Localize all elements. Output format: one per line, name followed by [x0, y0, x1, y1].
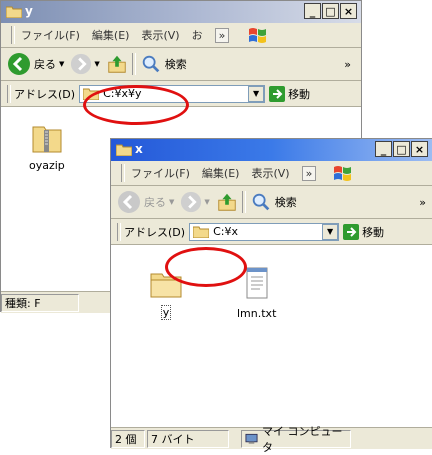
back-label: 戻る: [144, 196, 166, 209]
computer-icon: [245, 433, 258, 444]
windows-logo-icon: [334, 166, 352, 181]
menu-file[interactable]: ファイル(F): [21, 27, 80, 43]
addressbar-y: アドレス(D) C:¥x¥y ▼ 移動: [1, 81, 361, 107]
address-dropdown-button[interactable]: ▼: [248, 85, 265, 102]
menu-edit[interactable]: 編集(E): [92, 27, 130, 43]
status-location-label: マイ コンピュータ: [262, 424, 343, 454]
window-title: y: [25, 4, 33, 18]
go-arrow-icon: [343, 223, 360, 240]
address-separator: [117, 222, 121, 241]
folder-icon: [150, 273, 182, 298]
window-title: x: [135, 142, 143, 156]
forward-dropdown-icon[interactable]: ▼: [204, 198, 209, 206]
minimize-button[interactable]: _: [375, 141, 392, 157]
address-input[interactable]: C:¥x¥y ▼: [79, 84, 266, 103]
file-name: y: [160, 305, 172, 320]
search-button[interactable]: 検索: [140, 53, 187, 75]
back-arrow-icon: [118, 191, 140, 213]
menubar-x: ファイル(F) 編集(E) 表示(V) »: [111, 161, 432, 186]
go-button[interactable]: 移動: [343, 223, 385, 240]
back-dropdown-icon[interactable]: ▼: [169, 198, 174, 206]
back-button[interactable]: 戻る ▼: [7, 52, 64, 76]
maximize-button[interactable]: □: [393, 141, 410, 157]
close-button[interactable]: ×: [340, 3, 357, 19]
forward-arrow-icon[interactable]: [70, 53, 92, 75]
zip-folder-icon: [32, 126, 62, 153]
menu-view[interactable]: 表示(V): [251, 165, 289, 181]
up-folder-icon[interactable]: [216, 191, 238, 213]
toolbar-more-button[interactable]: »: [419, 196, 426, 209]
file-name: lmn.txt: [237, 307, 277, 320]
menu-edit[interactable]: 編集(E): [202, 165, 240, 181]
go-label: 移動: [362, 225, 385, 239]
toolbar-y: 戻る ▼ ▼ 検索 »: [1, 48, 361, 81]
search-button[interactable]: 検索: [250, 191, 297, 213]
menu-more-button[interactable]: »: [301, 165, 317, 181]
up-folder-icon[interactable]: [106, 53, 128, 75]
menu-separator: [11, 26, 15, 44]
status-type: 種類: F: [1, 293, 79, 312]
menu-separator: [121, 164, 125, 182]
menu-file[interactable]: ファイル(F): [131, 165, 190, 181]
address-value: C:¥x: [213, 225, 238, 238]
file-item[interactable]: oyazip: [29, 121, 65, 172]
menubar-y: ファイル(F) 編集(E) 表示(V) お »: [1, 23, 361, 48]
file-name: oyazip: [29, 159, 65, 172]
close-button[interactable]: ×: [411, 141, 428, 157]
back-button[interactable]: 戻る ▼: [117, 190, 174, 214]
address-label: アドレス(D): [14, 87, 76, 101]
go-label: 移動: [288, 87, 311, 101]
folder-icon: [193, 226, 210, 238]
go-button[interactable]: 移動: [269, 85, 311, 102]
titlebar-x[interactable]: x _ □ ×: [111, 139, 432, 161]
back-dropdown-icon[interactable]: ▼: [59, 60, 64, 68]
search-label: 検索: [274, 196, 297, 209]
address-dropdown-button[interactable]: ▼: [322, 223, 339, 240]
search-icon: [142, 55, 160, 73]
toolbar-separator: [241, 191, 246, 213]
back-label: 戻る: [34, 58, 56, 71]
address-value: C:¥x¥y: [103, 87, 142, 100]
status-location: マイ コンピュータ: [241, 425, 351, 454]
go-arrow-icon: [269, 85, 286, 102]
window-x: x _ □ × ファイル(F) 編集(E) 表示(V) » 戻る ▼ ▼ 検索 …: [110, 138, 432, 454]
status-size: 7 バイト: [147, 429, 229, 448]
text-file-icon: [246, 267, 268, 299]
address-label: アドレス(D): [124, 225, 186, 239]
statusbar-x: 2 個 7 バイト マイ コンピュータ: [111, 425, 432, 454]
toolbar-more-button[interactable]: »: [344, 58, 351, 71]
address-input[interactable]: C:¥x ▼: [189, 222, 340, 241]
status-count: 2 個: [111, 429, 145, 448]
address-separator: [7, 84, 11, 103]
toolbar-x: 戻る ▼ ▼ 検索 »: [111, 186, 432, 219]
maximize-button[interactable]: □: [322, 3, 339, 19]
back-arrow-icon: [8, 53, 30, 75]
file-item[interactable]: y: [149, 269, 183, 320]
menu-view[interactable]: 表示(V): [141, 27, 179, 43]
menu-favorites[interactable]: お: [192, 27, 203, 43]
file-list-x: y lmn.txt: [111, 245, 432, 427]
titlebar-y[interactable]: y _ □ ×: [1, 1, 361, 23]
folder-icon: [83, 88, 100, 100]
search-icon: [252, 193, 270, 211]
minimize-button[interactable]: _: [304, 3, 321, 19]
forward-arrow-icon[interactable]: [180, 191, 202, 213]
toolbar-separator: [131, 53, 136, 75]
windows-logo-icon: [249, 28, 267, 43]
addressbar-x: アドレス(D) C:¥x ▼ 移動: [111, 219, 432, 245]
file-item[interactable]: lmn.txt: [237, 267, 276, 320]
folder-icon: [6, 6, 22, 18]
menu-more-button[interactable]: »: [214, 27, 230, 43]
forward-dropdown-icon[interactable]: ▼: [94, 60, 99, 68]
folder-icon: [116, 144, 132, 156]
search-label: 検索: [164, 58, 187, 71]
